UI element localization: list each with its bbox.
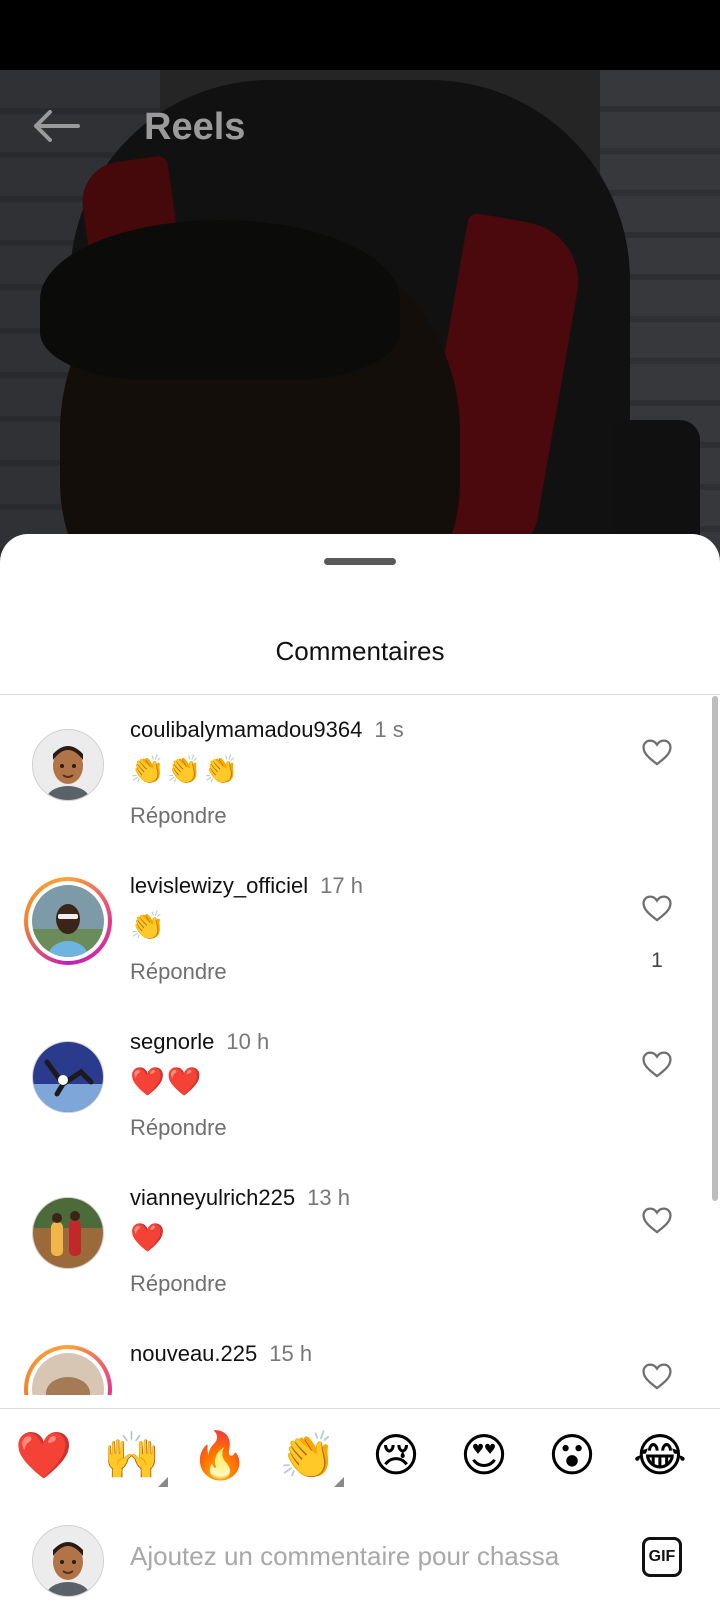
- comment-avatar[interactable]: [24, 877, 112, 965]
- comment-item: vianneyulrich225 13 h ❤️ Répondre: [0, 1163, 720, 1323]
- reply-button[interactable]: Répondre: [130, 959, 227, 985]
- comment-composer: GIF: [0, 1505, 720, 1611]
- like-count: 1: [651, 949, 663, 972]
- gif-button[interactable]: GIF: [642, 1537, 682, 1577]
- comment-time: 10 h: [226, 1029, 270, 1054]
- memoji-avatar-icon: [32, 729, 104, 801]
- comment-list-scrollbar[interactable]: [712, 696, 718, 1201]
- photo-avatar-icon: [32, 1197, 104, 1269]
- story-ring-avatar: [24, 877, 112, 965]
- photo-avatar-icon: [32, 885, 104, 957]
- comment-text: ❤️❤️: [130, 1066, 204, 1097]
- comment-avatar[interactable]: [32, 1041, 104, 1113]
- reaction-label: 👏: [279, 1429, 337, 1481]
- reply-button[interactable]: Répondre: [130, 1115, 227, 1141]
- comment-item: coulibalymamadou9364 1 s 👏👏👏 Répondre: [0, 695, 720, 855]
- username-text: vianneyulrich225: [130, 1185, 296, 1210]
- like-button[interactable]: [640, 891, 674, 925]
- comment-time: 17 h: [320, 873, 363, 898]
- variant-indicator-icon: [158, 1477, 168, 1487]
- comment-time: 1 s: [374, 717, 404, 742]
- reaction-raising-hands[interactable]: 🙌: [102, 1425, 168, 1487]
- comment-item: segnorle 10 h ❤️❤️ Répondre: [0, 1007, 720, 1167]
- username-text: segnorle: [130, 1029, 215, 1054]
- username-text: coulibalymamadou9364: [130, 717, 363, 742]
- comment-item: levislewizy_officiel 17 h 👏 Répondre 1: [0, 851, 720, 1011]
- reaction-fire[interactable]: 🔥: [190, 1425, 250, 1485]
- sheet-title: Commentaires: [275, 636, 445, 666]
- username-text: nouveau.225: [130, 1341, 258, 1366]
- reaction-heart[interactable]: ❤️: [14, 1425, 74, 1485]
- reply-button[interactable]: Répondre: [130, 803, 227, 829]
- like-button[interactable]: [640, 1359, 674, 1393]
- username-text: levislewizy_officiel: [130, 873, 309, 898]
- instagram-reels-screen: Reels Commentaires coulibalymamadou9364 …: [0, 0, 720, 1611]
- comment-item: nouveau.225 15 h: [0, 1319, 720, 1395]
- heart-outline-icon: [642, 1051, 672, 1078]
- comment-username[interactable]: coulibalymamadou9364 1 s: [130, 717, 404, 743]
- heart-outline-icon: [642, 1207, 672, 1234]
- comment-avatar[interactable]: [24, 1345, 112, 1395]
- like-button[interactable]: [640, 1047, 674, 1081]
- comment-avatar[interactable]: [32, 1197, 104, 1269]
- comment-list[interactable]: coulibalymamadou9364 1 s 👏👏👏 Répondre le…: [0, 695, 720, 1395]
- reply-button[interactable]: Répondre: [130, 1271, 227, 1297]
- heart-outline-icon: [642, 739, 672, 766]
- comment-username[interactable]: nouveau.225 15 h: [130, 1341, 312, 1367]
- comment-time: 13 h: [307, 1185, 350, 1210]
- variant-indicator-icon: [334, 1477, 344, 1487]
- story-ring-avatar: [24, 1345, 112, 1395]
- reaction-crying[interactable]: 😢: [366, 1425, 426, 1485]
- comment-avatar[interactable]: [32, 729, 104, 801]
- page-title: Reels: [144, 106, 246, 148]
- comment-input[interactable]: [128, 1527, 622, 1585]
- quick-reaction-bar: ❤️ 🙌 🔥 👏 😢 😍 😮 😂: [0, 1408, 720, 1506]
- photo-avatar-icon: [32, 1041, 104, 1113]
- heart-outline-icon: [642, 895, 672, 922]
- heart-outline-icon: [642, 1363, 672, 1390]
- reaction-label: 🙌: [103, 1429, 161, 1481]
- reaction-laughing[interactable]: 😂: [630, 1425, 690, 1485]
- memoji-avatar-icon: [32, 1525, 104, 1597]
- comment-text: ❤️: [130, 1222, 167, 1253]
- sheet-drag-handle[interactable]: [324, 558, 396, 565]
- back-button[interactable]: [28, 106, 84, 146]
- comment-username[interactable]: segnorle 10 h: [130, 1029, 269, 1055]
- like-button[interactable]: [640, 1203, 674, 1237]
- comment-time: 15 h: [269, 1341, 313, 1366]
- reels-top-bar: Reels: [0, 70, 720, 180]
- reaction-heart-eyes[interactable]: 😍: [454, 1425, 514, 1485]
- comment-username[interactable]: levislewizy_officiel 17 h: [130, 873, 363, 899]
- reaction-clapping[interactable]: 👏: [278, 1425, 344, 1487]
- like-button[interactable]: [640, 735, 674, 769]
- arrow-left-icon: [34, 110, 80, 142]
- comment-text: 👏👏👏: [130, 754, 241, 785]
- comment-username[interactable]: vianneyulrich225 13 h: [130, 1185, 350, 1211]
- comment-text: 👏: [130, 910, 167, 941]
- reaction-surprised[interactable]: 😮: [542, 1425, 602, 1485]
